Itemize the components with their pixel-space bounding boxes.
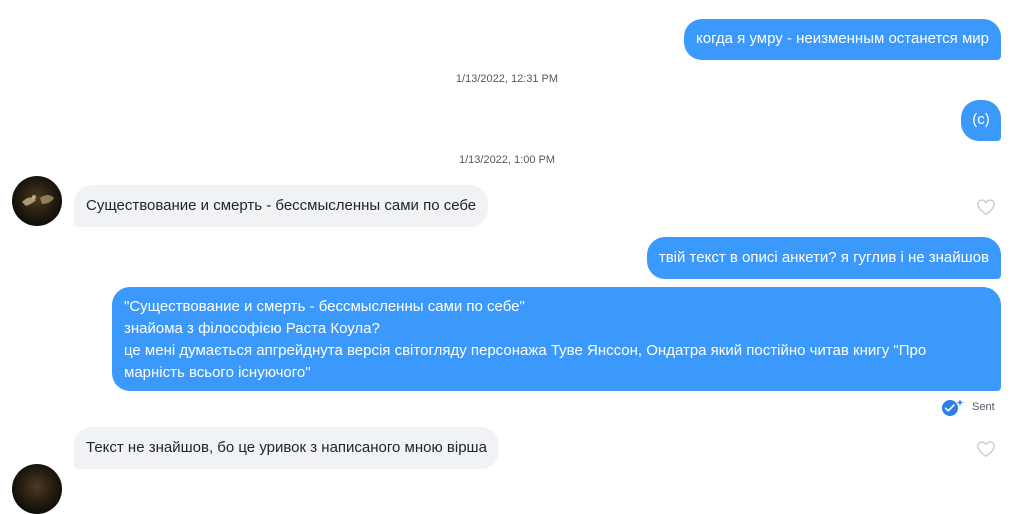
message-timestamp: 1/13/2022, 1:00 PM [458,154,555,166]
contact-avatar[interactable] [12,176,62,226]
sent-status: Sent [940,398,995,416]
message-text: когда я умру - неизменным останется мир [696,30,989,47]
message-text: Текст не знайшов, бо це уривок з написан… [86,439,487,456]
heart-outline-icon[interactable] [976,440,996,458]
outgoing-message[interactable]: когда я умру - неизменным останется мир [684,19,1001,60]
message-text: (с) [972,111,990,128]
incoming-message[interactable]: Существование и смерть - бессмысленны са… [74,185,489,227]
message-line: марність всього існуючого" [124,364,311,381]
contact-avatar[interactable] [12,464,62,514]
message-line: знайома з філософією Раста Коула? [124,320,380,337]
message-line: "Существование и смерть - бессмысленны с… [124,298,525,315]
double-check-sparkle-icon [942,399,964,416]
outgoing-message[interactable]: (с) [961,100,1001,141]
sent-label: Sent [972,401,995,413]
message-timestamp: 1/13/2022, 12:31 PM [455,73,559,85]
incoming-message[interactable]: Текст не знайшов, бо це уривок з написан… [74,427,499,469]
message-line: це мені думається апгрейднута версія сві… [124,342,927,359]
outgoing-message[interactable]: "Существование и смерть - бессмысленны с… [112,287,1001,391]
message-text: Существование и смерть - бессмысленны са… [86,197,477,214]
message-text: твій текст в описі анкети? я гуглив і не… [658,249,989,266]
outgoing-message[interactable]: твій текст в описі анкети? я гуглив і не… [646,237,1001,279]
heart-outline-icon[interactable] [976,198,996,216]
